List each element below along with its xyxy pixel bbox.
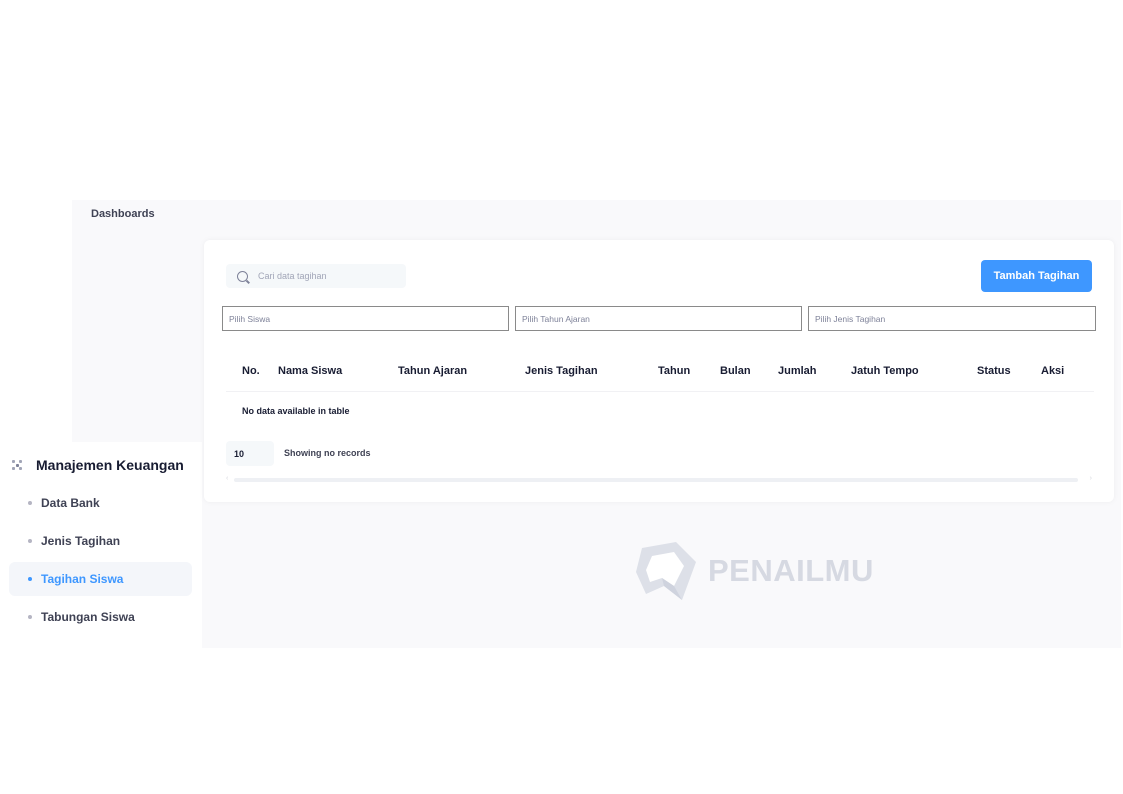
tagihan-card: Tambah Tagihan Pilih Siswa Pilih Tahun A… xyxy=(204,240,1114,502)
sidebar-item-tabungan-siswa[interactable]: Tabungan Siswa xyxy=(9,600,192,634)
search-icon xyxy=(237,270,248,282)
watermark-text: PENAILMU xyxy=(708,553,874,588)
sidebar-item-tagihan-siswa[interactable]: Tagihan Siswa xyxy=(9,562,192,596)
filter-tahun-ajaran-placeholder: Pilih Tahun Ajaran xyxy=(522,313,590,324)
column-header-jumlah[interactable]: Jumlah xyxy=(778,365,817,377)
breadcrumb[interactable]: Dashboards xyxy=(91,208,155,220)
column-header-tahun[interactable]: Tahun xyxy=(658,365,690,377)
table-info: Showing no records xyxy=(284,448,371,458)
sidebar-item-data-bank[interactable]: Data Bank xyxy=(9,486,192,520)
sidebar-item-label: Tabungan Siswa xyxy=(41,610,135,624)
scroll-left-icon[interactable]: ‹ xyxy=(226,475,228,482)
add-tagihan-button[interactable]: Tambah Tagihan xyxy=(981,260,1092,292)
filter-jenis-tagihan-placeholder: Pilih Jenis Tagihan xyxy=(815,313,886,324)
penailmu-logo-icon xyxy=(636,542,696,600)
column-header-no[interactable]: No. xyxy=(242,365,260,377)
watermark: PENAILMU xyxy=(636,542,874,600)
sidebar-section-manajemen-keuangan[interactable]: Manajemen Keuangan xyxy=(12,457,184,473)
filter-siswa-placeholder: Pilih Siswa xyxy=(229,313,271,324)
filter-tahun-ajaran-select[interactable]: Pilih Tahun Ajaran xyxy=(515,306,802,331)
filter-siswa-select[interactable]: Pilih Siswa xyxy=(222,306,509,331)
scroll-right-icon[interactable]: › xyxy=(1090,475,1092,482)
filter-jenis-tagihan-select[interactable]: Pilih Jenis Tagihan xyxy=(808,306,1096,331)
sidebar-section-label: Manajemen Keuangan xyxy=(36,457,184,473)
column-header-status[interactable]: Status xyxy=(977,365,1011,377)
empty-table-message: No data available in table xyxy=(242,406,350,416)
column-header-jatuh-tempo[interactable]: Jatuh Tempo xyxy=(851,365,919,377)
table-header-divider xyxy=(226,391,1094,392)
finance-icon xyxy=(12,460,22,470)
sidebar-item-label: Data Bank xyxy=(41,496,100,510)
sidebar-item-label: Jenis Tagihan xyxy=(41,534,121,548)
bullet-icon xyxy=(28,577,32,581)
column-header-aksi[interactable]: Aksi xyxy=(1041,365,1064,377)
bullet-icon xyxy=(28,539,32,543)
column-header-nama-siswa[interactable]: Nama Siswa xyxy=(278,365,342,377)
page-length-value: 10 xyxy=(234,448,245,459)
sidebar-item-jenis-tagihan[interactable]: Jenis Tagihan xyxy=(9,524,192,558)
column-header-tahun-ajaran[interactable]: Tahun Ajaran xyxy=(398,365,467,377)
search-input[interactable] xyxy=(258,271,398,281)
scrollbar-thumb[interactable] xyxy=(234,478,1078,482)
bullet-icon xyxy=(28,501,32,505)
bullet-icon xyxy=(28,615,32,619)
column-header-jenis-tagihan[interactable]: Jenis Tagihan xyxy=(525,365,598,377)
page-length-select[interactable]: 10 xyxy=(226,441,274,466)
sidebar-item-label: Tagihan Siswa xyxy=(41,572,124,586)
horizontal-scrollbar[interactable]: ‹ › xyxy=(226,475,1092,482)
column-header-bulan[interactable]: Bulan xyxy=(720,365,751,377)
search-box[interactable] xyxy=(226,264,406,288)
